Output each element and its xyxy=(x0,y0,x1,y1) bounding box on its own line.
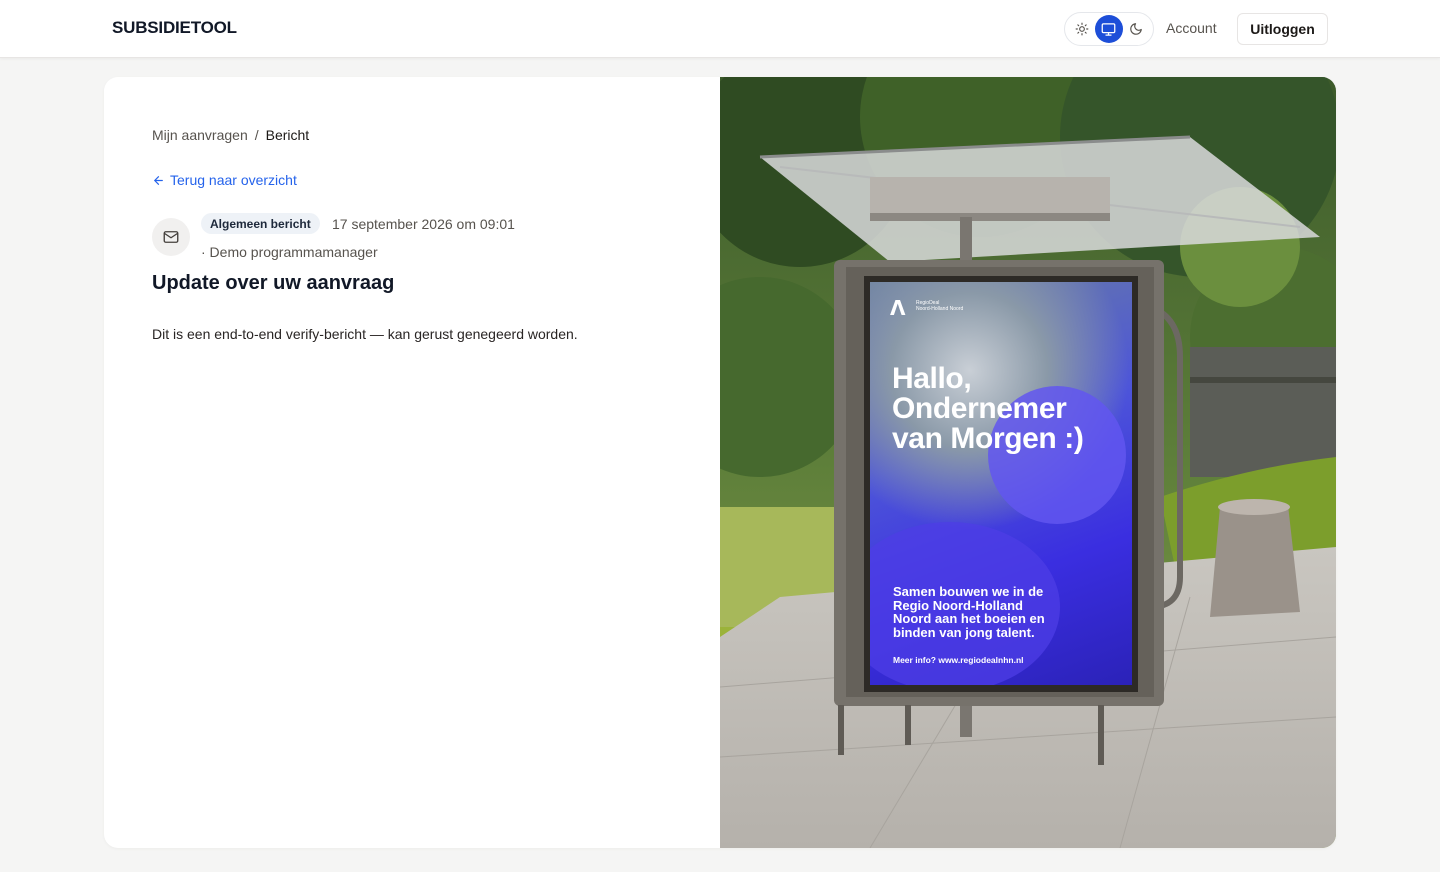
breadcrumb: Mijn aanvragen / Bericht xyxy=(152,127,309,143)
moon-icon xyxy=(1130,23,1143,35)
message-sender: · Demo programmamanager xyxy=(201,244,378,260)
theme-toggle xyxy=(1064,12,1154,46)
message-panel: Mijn aanvragen / Bericht Terug naar over… xyxy=(104,77,720,848)
message-body: Dit is een end-to-end verify-bericht — k… xyxy=(152,326,578,342)
logout-button[interactable]: Uitloggen xyxy=(1237,13,1328,45)
poster-logo-line-2: Noord-Holland Noord xyxy=(916,306,964,312)
monitor-icon xyxy=(1102,22,1116,36)
poster-subtext: Samen bouwen we in de Regio Noord-Hollan… xyxy=(893,585,1093,639)
sun-icon xyxy=(1075,22,1089,36)
poster-logo-text: RegioDeal Noord-Holland Noord xyxy=(916,300,963,312)
poster-headline: Hallo, Ondernemer van Morgen :) xyxy=(892,362,1084,455)
back-link-label: Terug naar overzicht xyxy=(170,172,297,188)
poster-info: Meer info? www.regiodealnhn.nl xyxy=(893,655,1024,665)
breadcrumb-parent[interactable]: Mijn aanvragen xyxy=(152,127,248,143)
app-brand[interactable]: SUBSIDIETOOL xyxy=(112,18,237,38)
poster-subtext-line-2: Regio Noord-Holland xyxy=(893,597,1023,613)
theme-dark-button[interactable] xyxy=(1123,15,1150,43)
message-card: Mijn aanvragen / Bericht Terug naar over… xyxy=(104,77,1336,848)
arrow-left-icon xyxy=(154,175,163,185)
message-avatar xyxy=(152,218,190,256)
advertisement-poster: Λ RegioDeal Noord-Holland Noord Hallo, O… xyxy=(870,282,1132,685)
breadcrumb-separator: / xyxy=(254,127,259,143)
bus-shelter-photo: Λ RegioDeal Noord-Holland Noord Hallo, O… xyxy=(720,77,1336,848)
poster-subtext-line-4: binden van jong talent. xyxy=(893,624,1035,640)
theme-system-button[interactable] xyxy=(1095,15,1123,43)
back-to-overview-link[interactable]: Terug naar overzicht xyxy=(152,172,297,188)
message-title: Update over uw aanvraag xyxy=(152,272,395,294)
mail-icon xyxy=(163,231,179,243)
poster-headline-line-1: Hallo, xyxy=(892,362,972,395)
message-date: 17 september 2026 om 09:01 xyxy=(332,216,515,232)
regiodeal-logo-icon: Λ xyxy=(890,296,906,320)
top-navigation-bar: SUBSIDIETOOL Account Uitloggen xyxy=(0,0,1440,58)
breadcrumb-current: Bericht xyxy=(265,127,310,143)
account-link[interactable]: Account xyxy=(1166,20,1217,36)
poster-subtext-line-1: Samen bouwen we in de xyxy=(893,584,1044,599)
message-category-badge: Algemeen bericht xyxy=(201,213,320,234)
theme-light-button[interactable] xyxy=(1068,15,1095,43)
poster-headline-line-2: Ondernemer xyxy=(892,392,1067,425)
poster-headline-line-3: van Morgen :) xyxy=(892,422,1084,455)
poster-subtext-line-3: Noord aan het boeien en xyxy=(893,611,1045,626)
